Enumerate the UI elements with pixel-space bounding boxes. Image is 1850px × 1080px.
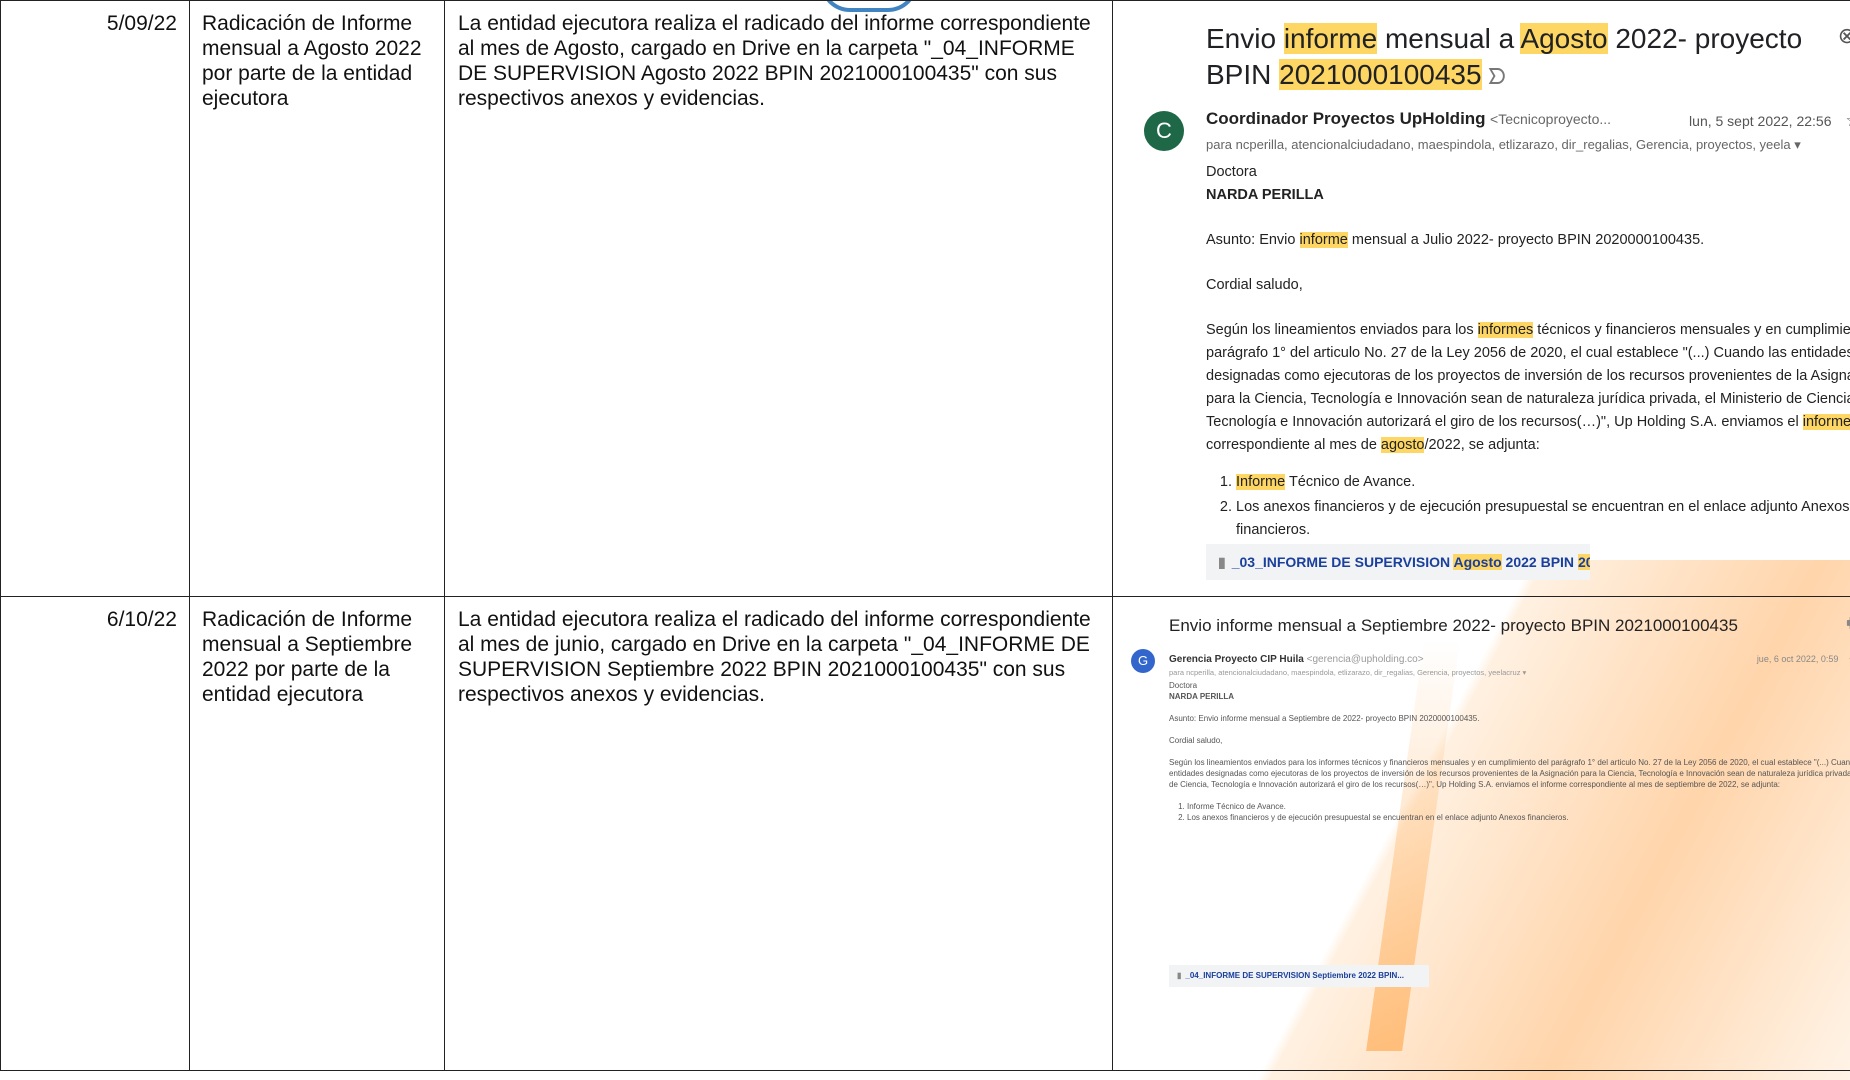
list-item: Informe Técnico de Avance. xyxy=(1236,471,1850,494)
email-screenshot-cell: Envio informe mensual a Agosto 2022- pro… xyxy=(1113,1,1850,597)
date-cell: 6/10/22 xyxy=(1,597,190,1071)
email-meta: lun, 5 sept 2022, 22:56☆↶ xyxy=(1689,108,1850,134)
activity-table: 5/09/22 Radicación de Informe mensual a … xyxy=(0,0,1850,1071)
email-body: Doctora NARDA PERILLA Asunto: Envio info… xyxy=(1169,680,1850,833)
email-sender: Coordinador Proyectos UpHolding <Tecnico… xyxy=(1206,106,1611,132)
date-cell: 5/09/22 xyxy=(1,1,190,597)
table-row: 6/10/22 Radicación de Informe mensual a … xyxy=(1,597,1850,1071)
email-screenshot: Envio informe mensual a Agosto 2022- pro… xyxy=(1113,1,1850,596)
drive-attachment[interactable]: ▮_04_INFORME DE SUPERVISION Septiembre 2… xyxy=(1169,965,1429,987)
email-screenshot-cell: Envio informe mensual a Septiembre 2022-… xyxy=(1113,597,1850,1071)
important-marker-icon: ᗤ xyxy=(1488,64,1506,89)
folder-icon: ▮ xyxy=(1177,971,1181,980)
description-cell: La entidad ejecutora realiza el radicado… xyxy=(445,597,1113,1071)
close-icon[interactable]: ⊗ xyxy=(1838,23,1850,48)
email-header-icons: ⊗🖶 xyxy=(1838,23,1850,48)
title-cell: Radicación de Informe mensual a Septiemb… xyxy=(190,597,445,1071)
email-subject: Envio informe mensual a Agosto 2022- pro… xyxy=(1206,21,1806,95)
description-cell: La entidad ejecutora realiza el radicado… xyxy=(445,1,1113,597)
list-item: Informe Técnico de Avance. xyxy=(1187,801,1850,812)
email-screenshot: Envio informe mensual a Septiembre 2022-… xyxy=(1113,597,1850,1070)
email-recipients[interactable]: para ncperilla, atencionalciudadano, mae… xyxy=(1206,132,1850,157)
print-icon[interactable]: 🖶 xyxy=(1846,615,1850,632)
table-row: 5/09/22 Radicación de Informe mensual a … xyxy=(1,1,1850,597)
avatar: C xyxy=(1144,111,1184,151)
list-item: Los anexos financieros y de ejecución pr… xyxy=(1187,812,1850,823)
folder-icon: ▮ xyxy=(1218,554,1226,570)
title-cell: Radicación de Informe mensual a Agosto 2… xyxy=(190,1,445,597)
email-subject: Envio informe mensual a Septiembre 2022-… xyxy=(1169,613,1738,638)
list-item: Los anexos financieros y de ejecución pr… xyxy=(1236,496,1850,542)
star-icon[interactable]: ☆ xyxy=(1846,111,1850,130)
email-header-icons: 🖶⧉ xyxy=(1846,611,1850,636)
avatar: G xyxy=(1131,649,1155,673)
email-body: Doctora NARDA PERILLA Asunto: Envio info… xyxy=(1206,161,1850,554)
drive-attachment[interactable]: ▮_03_INFORME DE SUPERVISION Agosto 2022 … xyxy=(1206,544,1590,580)
